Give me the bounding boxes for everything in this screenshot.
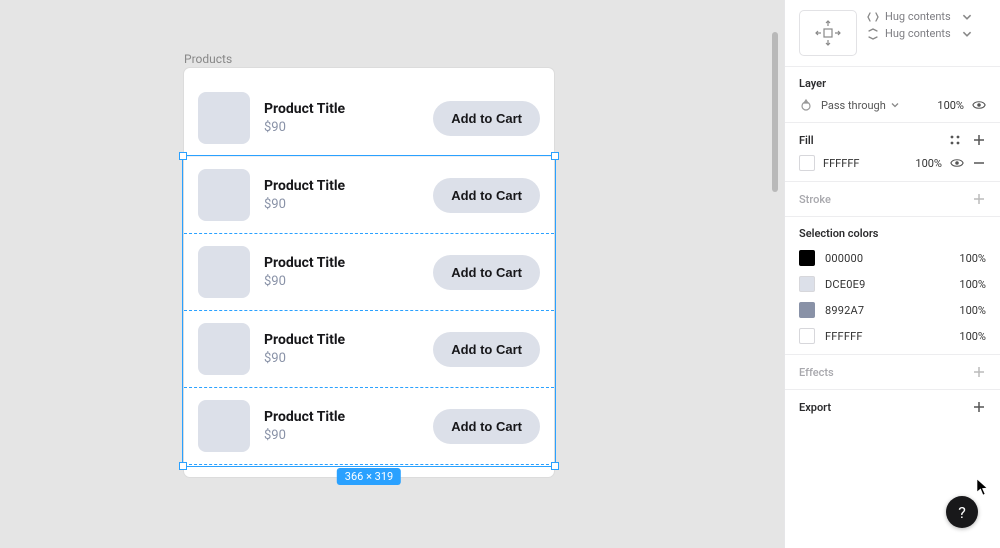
- blend-mode-label: Pass through: [821, 99, 886, 112]
- product-thumbnail: [198, 169, 250, 221]
- hug-vertical-icon: [867, 28, 879, 40]
- section-effects: Effects: [785, 355, 1000, 390]
- fill-title: Fill: [799, 134, 814, 147]
- add-to-cart-button[interactable]: Add to Cart: [433, 101, 540, 136]
- fill-visibility-icon[interactable]: [950, 156, 964, 170]
- product-row[interactable]: Product Title $90 Add to Cart: [184, 311, 554, 388]
- layer-opacity-input[interactable]: 100%: [926, 99, 964, 112]
- frame-products[interactable]: Product Title $90 Add to Cart Product Ti…: [184, 68, 554, 477]
- add-fill-icon[interactable]: [972, 133, 986, 147]
- product-title: Product Title: [264, 178, 419, 195]
- color-hex: 000000: [825, 252, 938, 265]
- product-info: Product Title $90: [264, 409, 419, 443]
- chevron-down-icon: [890, 100, 900, 110]
- product-title: Product Title: [264, 101, 419, 118]
- color-hex: DCE0E9: [825, 278, 938, 291]
- add-stroke-icon[interactable]: [972, 192, 986, 206]
- inspector-panel: Hug contents Hug contents Layer Pass thr…: [784, 0, 1000, 548]
- alignment-box[interactable]: [799, 10, 857, 56]
- stroke-title: Stroke: [799, 193, 831, 206]
- frame-label[interactable]: Products: [184, 52, 232, 66]
- effects-title: Effects: [799, 366, 834, 379]
- fill-opacity-input[interactable]: 100%: [904, 157, 942, 170]
- fill-swatch[interactable]: [799, 155, 815, 171]
- product-price: $90: [264, 120, 419, 135]
- add-to-cart-button[interactable]: Add to Cart: [433, 409, 540, 444]
- product-title: Product Title: [264, 409, 419, 426]
- section-export: Export: [785, 390, 1000, 424]
- add-export-icon[interactable]: [972, 400, 986, 414]
- color-swatch[interactable]: [799, 302, 815, 318]
- selection-box[interactable]: Product Title $90 Add to Cart Product Ti…: [184, 157, 554, 465]
- hug-horizontal-icon: [867, 11, 879, 23]
- blend-mode-icon: [799, 98, 813, 112]
- fill-hex-input[interactable]: FFFFFF: [823, 157, 896, 170]
- add-effect-icon[interactable]: [972, 365, 986, 379]
- alignment-box-icon: [812, 17, 844, 49]
- product-thumbnail: [198, 246, 250, 298]
- product-title: Product Title: [264, 255, 419, 272]
- section-layer: Layer Pass through 100%: [785, 67, 1000, 123]
- section-auto-layout: Hug contents Hug contents: [785, 0, 1000, 67]
- color-hex: FFFFFF: [825, 330, 938, 343]
- chevron-down-icon: [961, 11, 973, 23]
- product-info: Product Title $90: [264, 101, 419, 135]
- section-selection-colors: Selection colors 000000 100% DCE0E9 100%…: [785, 217, 1000, 355]
- add-to-cart-button[interactable]: Add to Cart: [433, 178, 540, 213]
- color-swatch[interactable]: [799, 328, 815, 344]
- color-opacity: 100%: [948, 304, 986, 317]
- selection-color-row[interactable]: FFFFFF 100%: [799, 328, 986, 344]
- visibility-toggle-icon[interactable]: [972, 98, 986, 112]
- layer-title: Layer: [799, 77, 986, 90]
- remove-fill-icon[interactable]: [972, 156, 986, 170]
- chevron-down-icon: [961, 28, 973, 40]
- resize-vertical-label: Hug contents: [885, 27, 951, 40]
- help-button[interactable]: ?: [946, 496, 978, 528]
- product-row[interactable]: Product Title $90 Add to Cart: [184, 234, 554, 311]
- selection-color-row[interactable]: 8992A7 100%: [799, 302, 986, 318]
- product-thumbnail: [198, 400, 250, 452]
- color-swatch[interactable]: [799, 276, 815, 292]
- product-price: $90: [264, 351, 419, 366]
- add-to-cart-button[interactable]: Add to Cart: [433, 332, 540, 367]
- export-title: Export: [799, 401, 831, 414]
- resize-horizontal-label: Hug contents: [885, 10, 951, 23]
- section-fill: Fill FFFFFF 100%: [785, 123, 1000, 182]
- selection-color-row[interactable]: DCE0E9 100%: [799, 276, 986, 292]
- product-info: Product Title $90: [264, 178, 419, 212]
- help-button-label: ?: [958, 503, 966, 522]
- color-swatch[interactable]: [799, 250, 815, 266]
- product-row[interactable]: Product Title $90 Add to Cart: [184, 80, 554, 157]
- resize-horizontal-dropdown[interactable]: Hug contents: [867, 10, 986, 23]
- product-info: Product Title $90: [264, 332, 419, 366]
- product-title: Product Title: [264, 332, 419, 349]
- section-stroke: Stroke: [785, 182, 1000, 217]
- selection-colors-title: Selection colors: [799, 227, 986, 240]
- color-hex: 8992A7: [825, 304, 938, 317]
- style-picker-icon[interactable]: [948, 133, 962, 147]
- canvas-scrollbar[interactable]: [772, 32, 778, 192]
- selection-color-row[interactable]: 000000 100%: [799, 250, 986, 266]
- color-opacity: 100%: [948, 252, 986, 265]
- color-opacity: 100%: [948, 330, 986, 343]
- product-row[interactable]: Product Title $90 Add to Cart: [184, 388, 554, 465]
- color-opacity: 100%: [948, 278, 986, 291]
- add-to-cart-button[interactable]: Add to Cart: [433, 255, 540, 290]
- blend-mode-dropdown[interactable]: Pass through: [821, 99, 918, 112]
- product-price: $90: [264, 428, 419, 443]
- product-price: $90: [264, 197, 419, 212]
- resize-vertical-dropdown[interactable]: Hug contents: [867, 27, 986, 40]
- product-row[interactable]: Product Title $90 Add to Cart: [184, 157, 554, 234]
- canvas[interactable]: Products Product Title $90 Add to Cart P…: [0, 0, 784, 548]
- product-price: $90: [264, 274, 419, 289]
- product-thumbnail: [198, 92, 250, 144]
- selection-size-badge: 366 × 319: [337, 468, 401, 485]
- product-info: Product Title $90: [264, 255, 419, 289]
- product-thumbnail: [198, 323, 250, 375]
